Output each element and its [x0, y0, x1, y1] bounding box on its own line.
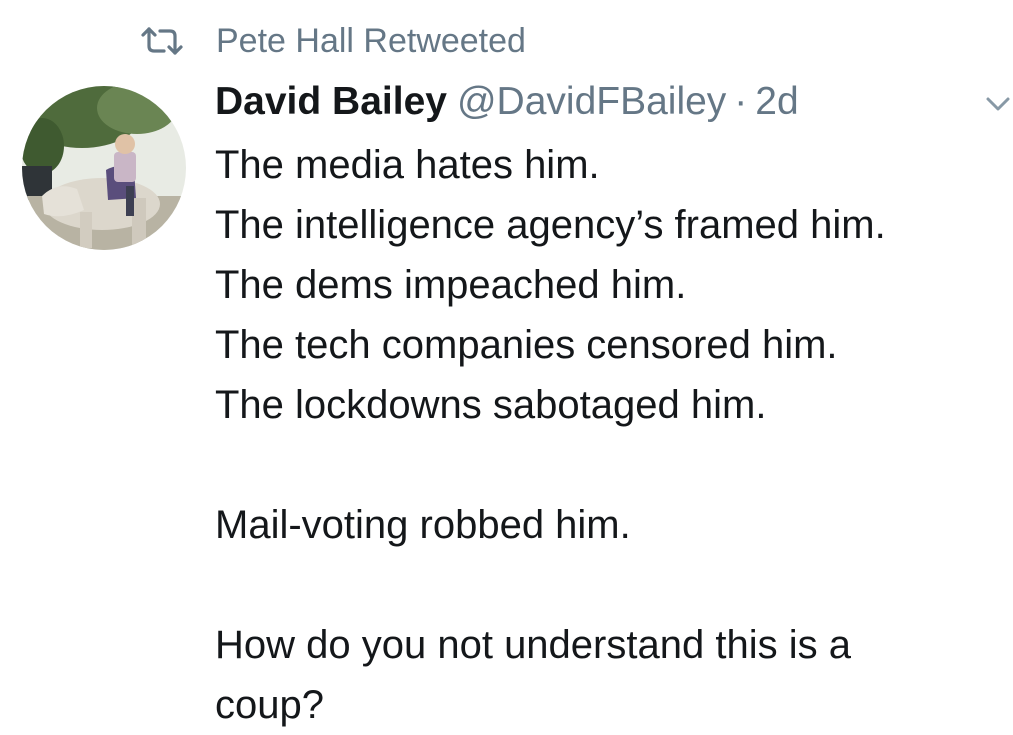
tweet-text: The media hates him. The intelligence ag… — [215, 135, 1005, 735]
tweet-header: David Bailey @DavidFBailey · 2d — [215, 80, 799, 132]
retweet-icon — [140, 26, 184, 56]
tweet-line: The intelligence agency’s framed him. — [215, 203, 886, 247]
tweet-line: How do you not understand this is a — [215, 623, 851, 667]
separator-dot: · — [734, 80, 748, 123]
user-avatar[interactable] — [22, 86, 186, 250]
retweet-label: Pete Hall Retweeted — [216, 22, 526, 60]
chevron-down-icon[interactable] — [984, 94, 1012, 114]
retweet-context[interactable]: Pete Hall Retweeted — [140, 18, 526, 64]
tweet-line: The dems impeached him. — [215, 263, 687, 307]
display-name[interactable]: David Bailey — [215, 80, 447, 124]
tweet-line: Mail-voting robbed him. — [215, 503, 631, 547]
user-handle[interactable]: @DavidFBailey — [457, 80, 726, 124]
tweet-line: coup? — [215, 683, 324, 727]
tweet-timestamp[interactable]: 2d — [755, 80, 798, 124]
tweet-line: The lockdowns sabotaged him. — [215, 383, 767, 427]
tweet-line: The media hates him. — [215, 143, 600, 187]
tweet-line: The tech companies censored him. — [215, 323, 838, 367]
